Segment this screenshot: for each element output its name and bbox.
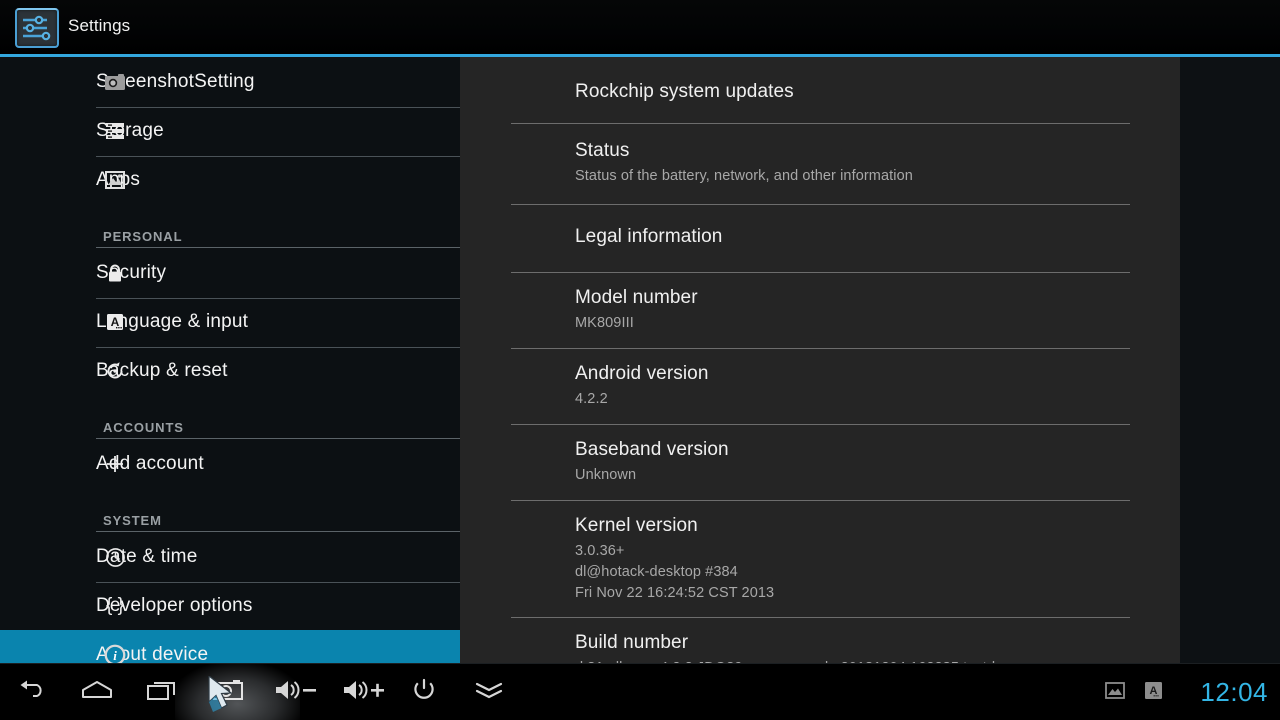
divider [511, 272, 1130, 273]
sidebar-item-developer-options[interactable]: { } Developer options [0, 581, 460, 630]
volume-plus-icon [341, 678, 389, 707]
status-bar-clock[interactable]: 12:04 [1200, 664, 1268, 720]
sidebar-section-label: SYSTEM [103, 513, 162, 528]
volume-minus-icon [273, 678, 321, 707]
divider [511, 617, 1130, 618]
divider [96, 298, 460, 299]
sidebar-section-label: ACCOUNTS [103, 420, 184, 435]
settings-sliders-icon [15, 8, 59, 48]
preference-status[interactable]: Status Status of the battery, network, a… [460, 123, 1180, 204]
android-settings-screen: Settings ScreenshotSetting Storage Apps … [0, 0, 1280, 720]
title-bar: Settings [0, 0, 1280, 54]
divider [96, 156, 460, 157]
power-icon [411, 677, 437, 708]
preference-title: Legal information [575, 226, 723, 247]
divider [511, 348, 1130, 349]
preference-summary: 3.0.36+ dl@hotack-desktop #384 Fri Nov 2… [575, 543, 775, 601]
content-area: ScreenshotSetting Storage Apps PERSONAL … [0, 57, 1280, 679]
preference-summary: Unknown [575, 467, 637, 483]
settings-sidebar: ScreenshotSetting Storage Apps PERSONAL … [0, 57, 460, 679]
preference-title: Android version [575, 363, 709, 384]
preference-legal-information[interactable]: Legal information [460, 204, 1180, 272]
clock-icon [103, 545, 127, 569]
sidebar-item-backup-reset[interactable]: Backup & reset [0, 346, 460, 395]
preference-android-version[interactable]: Android version 4.2.2 [460, 348, 1180, 424]
preference-kernel-version[interactable]: Kernel version 3.0.36+ dl@hotack-desktop… [460, 500, 1180, 617]
apps-image-icon [103, 168, 127, 192]
about-device-preference-list[interactable]: Rockchip system updates Status Status of… [460, 57, 1180, 663]
preference-title: Build number [575, 632, 689, 653]
keyboard-a-icon: A [1144, 681, 1163, 705]
preference-rockchip-system-updates[interactable]: Rockchip system updates [460, 57, 1180, 123]
keyboard-status-icon[interactable]: A [1138, 664, 1168, 720]
plus-icon [103, 452, 127, 476]
power-button[interactable] [392, 664, 456, 720]
preference-baseband-version[interactable]: Baseband version Unknown [460, 424, 1180, 500]
sidebar-item-date-time[interactable]: Date & time [0, 532, 460, 581]
hide-bar-button[interactable] [457, 664, 521, 720]
preference-summary: Status of the battery, network, and othe… [575, 168, 913, 184]
divider [511, 123, 1130, 124]
back-arrow-icon [15, 678, 49, 707]
image-icon [1105, 681, 1125, 704]
preference-summary: 4.2.2 [575, 391, 608, 407]
chevron-double-down-icon [474, 679, 504, 706]
camera-icon [103, 70, 127, 94]
preference-title: Status [575, 140, 630, 161]
preference-build-number[interactable]: Build number rk31sdk-eng 4.2.2 JDQ39 eng… [460, 617, 1180, 663]
android-system-bar: A 12:04 [0, 663, 1280, 720]
preference-title: Kernel version [575, 515, 698, 536]
page-title: Settings [68, 16, 131, 35]
lock-icon [103, 261, 127, 285]
language-a-icon: A [103, 310, 127, 334]
divider [96, 582, 460, 583]
preference-model-number[interactable]: Model number MK809III [460, 272, 1180, 348]
back-button[interactable] [0, 664, 64, 720]
sidebar-section-accounts: ACCOUNTS [0, 395, 460, 439]
sidebar-item-add-account[interactable]: Add account [0, 439, 460, 488]
recent-apps-button[interactable] [131, 664, 195, 720]
svg-text:A: A [111, 315, 120, 329]
home-icon [79, 679, 115, 706]
divider [511, 500, 1130, 501]
home-button[interactable] [65, 664, 129, 720]
sidebar-section-system: SYSTEM [0, 488, 460, 532]
preference-title: Model number [575, 287, 698, 308]
svg-text:i: i [113, 648, 117, 663]
sidebar-section-label: PERSONAL [103, 229, 183, 244]
storage-list-icon [103, 119, 127, 143]
mouse-cursor [207, 674, 243, 716]
backup-restore-icon [103, 359, 127, 383]
recent-apps-icon [146, 679, 180, 706]
preference-title: Rockchip system updates [575, 81, 794, 102]
sidebar-item-security[interactable]: Security [0, 248, 460, 297]
sidebar-section-personal: PERSONAL [0, 204, 460, 248]
screenshot-status-icon[interactable] [1100, 664, 1130, 720]
sidebar-item-screenshotsetting[interactable]: ScreenshotSetting [0, 57, 460, 106]
preference-summary: MK809III [575, 315, 634, 331]
divider [511, 204, 1130, 205]
braces-icon: { } [106, 595, 124, 616]
preference-title: Baseband version [575, 439, 729, 460]
divider [96, 347, 460, 348]
sidebar-item-storage[interactable]: Storage [0, 106, 460, 155]
sidebar-item-language-input[interactable]: A Language & input [0, 297, 460, 346]
divider [96, 107, 460, 108]
sidebar-item-apps[interactable]: Apps [0, 155, 460, 204]
volume-down-button[interactable] [262, 664, 332, 720]
divider [511, 424, 1130, 425]
volume-up-button[interactable] [330, 664, 400, 720]
